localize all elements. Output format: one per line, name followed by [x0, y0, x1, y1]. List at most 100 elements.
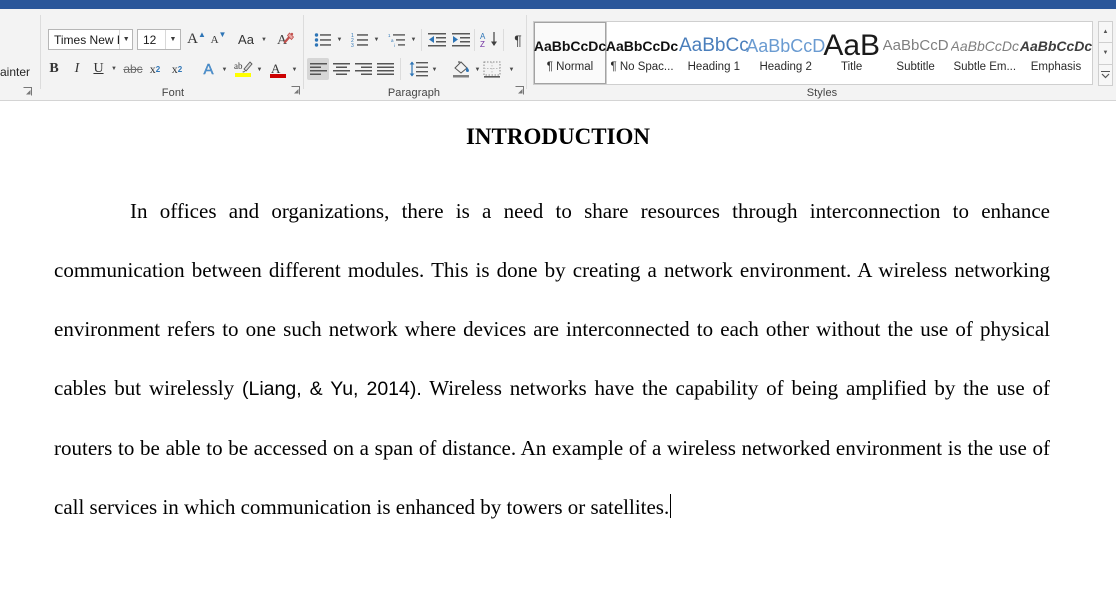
show-formatting-marks-button[interactable]: ¶ [508, 29, 528, 50]
toolbar-divider [421, 29, 422, 51]
font-color-dropdown[interactable]: ▼ [289, 59, 300, 80]
style-preview: AaB [823, 33, 881, 59]
change-case-dropdown[interactable]: ▼ [258, 29, 270, 50]
justify-button[interactable] [374, 58, 396, 80]
svg-text:Z: Z [480, 40, 485, 48]
styles-scroll-down-button[interactable]: ▼ [1098, 42, 1113, 65]
text-highlight-dropdown[interactable]: ▼ [254, 59, 265, 80]
up-arrow-icon: ▲ [197, 30, 206, 39]
superscript-button[interactable]: x2 [167, 59, 187, 79]
change-case-button[interactable]: Aa [234, 29, 258, 50]
align-left-button[interactable] [307, 58, 329, 80]
font-size-combobox[interactable]: 12 ▼ [137, 29, 181, 50]
styles-gallery[interactable]: AaBbCcDc ¶ Normal AaBbCcDc ¶ No Spac... … [533, 21, 1093, 85]
font-size-value: 12 [143, 32, 157, 47]
sort-button[interactable]: A Z [479, 29, 501, 50]
document-paragraph[interactable]: In offices and organizations, there is a… [54, 182, 1050, 537]
text-cursor [670, 494, 672, 518]
style-item-emphasis[interactable]: AaBbCcDc Emphasis [1020, 22, 1092, 84]
text-effects-button[interactable]: A [198, 59, 219, 80]
font-dialog-launcher[interactable] [290, 86, 301, 97]
styles-scroll-up-button[interactable]: ▲ [1098, 21, 1113, 44]
line-spacing-icon [409, 61, 428, 77]
style-preview: AaBbCcD [746, 36, 826, 56]
clipboard-dialog-launcher[interactable] [22, 87, 33, 98]
style-item-subtle-emphasis[interactable]: AaBbCcDc Subtle Em... [950, 22, 1020, 84]
bullets-icon [314, 32, 331, 47]
underline-button[interactable]: U [89, 59, 108, 79]
style-item-normal[interactable]: AaBbCcDc ¶ Normal [533, 21, 607, 85]
shrink-font-button[interactable]: A ▼ [208, 29, 229, 50]
text-highlight-button[interactable]: ab [232, 58, 254, 80]
style-item-heading-2[interactable]: AaBbCcD Heading 2 [746, 22, 825, 84]
svg-text:3: 3 [351, 43, 354, 48]
italic-button[interactable]: I [67, 59, 87, 79]
ribbon-group-paragraph: Paragraph [306, 9, 522, 101]
ribbon-group-font: Font [48, 9, 298, 101]
more-styles-icon [1101, 70, 1110, 79]
format-painter-button[interactable]: ainter [0, 65, 30, 79]
subscript-button[interactable]: x2 [145, 59, 165, 79]
bullets-button[interactable] [312, 29, 334, 50]
bullets-dropdown[interactable]: ▼ [334, 29, 345, 50]
chevron-down-icon: ▼ [291, 66, 298, 73]
style-label: Subtle Em... [953, 61, 1017, 73]
text-effects-dropdown[interactable]: ▼ [219, 59, 230, 80]
style-preview: AaBbCcDc [1019, 38, 1093, 54]
style-label: Emphasis [1030, 61, 1082, 73]
title-bar [0, 0, 1116, 9]
clear-formatting-button[interactable]: A [274, 28, 296, 50]
numbering-dropdown[interactable]: ▼ [371, 29, 382, 50]
shading-button[interactable] [450, 58, 472, 80]
chevron-down-icon: ▼ [261, 36, 267, 43]
font-name-value: Times New Ro [54, 32, 119, 47]
chevron-down-icon: ▼ [474, 66, 481, 73]
style-item-no-spacing[interactable]: AaBbCcDc ¶ No Spac... [606, 22, 678, 84]
line-spacing-button[interactable] [407, 58, 429, 80]
increase-indent-button[interactable] [450, 29, 472, 50]
bold-button[interactable]: B [44, 59, 64, 79]
underline-dropdown[interactable]: ▼ [108, 59, 120, 79]
styles-more-button[interactable] [1098, 63, 1113, 86]
align-left-icon [309, 62, 327, 75]
group-divider [40, 15, 41, 89]
dialog-launcher-icon [515, 86, 524, 95]
chevron-down-icon: ▼ [431, 66, 438, 73]
decrease-indent-icon [428, 32, 446, 46]
font-name-combobox[interactable]: Times New Ro ▼ [48, 29, 133, 50]
align-center-button[interactable] [330, 58, 352, 80]
style-preview: AaBbCcD [882, 37, 949, 54]
paragraph-dialog-launcher[interactable] [514, 86, 525, 97]
styles-gallery-scroll[interactable]: ▲ ▼ [1098, 21, 1113, 86]
toolbar-divider [474, 29, 475, 51]
style-item-title[interactable]: AaB Title [822, 22, 882, 84]
line-spacing-dropdown[interactable]: ▼ [429, 59, 440, 80]
grow-font-label: A [187, 31, 198, 47]
svg-text:ab: ab [234, 61, 243, 71]
chevron-down-icon: ▼ [508, 66, 515, 73]
multilevel-list-dropdown[interactable]: ▼ [408, 29, 419, 50]
decrease-indent-button[interactable] [426, 29, 448, 50]
font-color-button[interactable]: A [267, 58, 289, 80]
borders-dropdown[interactable]: ▼ [506, 59, 517, 80]
numbering-button[interactable]: 1 2 3 [349, 29, 371, 50]
clear-formatting-icon: A [277, 31, 294, 48]
style-item-heading-1[interactable]: AaBbCc Heading 1 [678, 22, 750, 84]
numbering-icon: 1 2 3 [351, 33, 368, 48]
style-preview: AaBbCcDc [605, 38, 679, 54]
chevron-down-icon[interactable]: ▼ [165, 30, 180, 49]
chevron-down-icon: ▼ [373, 36, 380, 43]
style-preview: AaBbCc [679, 35, 749, 56]
dialog-launcher-icon [23, 87, 32, 96]
borders-button[interactable] [481, 58, 503, 80]
group-divider [526, 15, 527, 89]
style-item-subtitle[interactable]: AaBbCcD Subtitle [882, 22, 950, 84]
multilevel-list-button[interactable]: 1 a i [386, 29, 408, 50]
document-canvas[interactable]: INTRODUCTION In offices and organization… [0, 102, 1116, 603]
align-right-button[interactable] [352, 58, 374, 80]
grow-font-button[interactable]: A ▲ [186, 29, 207, 50]
chevron-down-icon[interactable]: ▼ [119, 30, 132, 49]
toolbar-divider [503, 29, 504, 51]
shrink-font-label: A [210, 33, 219, 46]
strikethrough-button[interactable]: abc [122, 59, 144, 79]
